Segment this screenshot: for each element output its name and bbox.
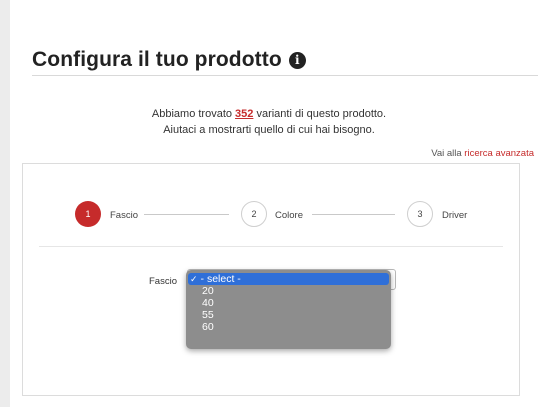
advanced-search-link[interactable]: ricerca avanzata [464, 148, 534, 159]
step-2-label[interactable]: Colore [275, 210, 303, 221]
advanced-search-prefix: Vai alla [431, 148, 465, 159]
fascio-field-label: Fascio [149, 276, 177, 287]
fascio-dropdown-menu: ✓ - select - 20 40 55 60 [186, 270, 391, 349]
dropdown-option-55[interactable]: 55 [188, 309, 389, 321]
info-icon[interactable]: i [288, 51, 306, 69]
results-help-text: Aiutaci a mostrarti quello di cui hai bi… [163, 124, 375, 136]
results-suffix: varianti di questo prodotto. [253, 108, 387, 120]
title-divider [32, 75, 538, 76]
step-1-label[interactable]: Fascio [110, 210, 138, 221]
dropdown-option-label: - select - [200, 273, 241, 285]
step-connector-1 [144, 214, 229, 215]
dropdown-option-40[interactable]: 40 [188, 297, 389, 309]
results-summary: Abbiamo trovato 352 varianti di questo p… [0, 106, 538, 138]
checkmark-icon: ✓ [190, 274, 198, 284]
advanced-search: Vai alla ricerca avanzata [431, 148, 534, 159]
page-title-text: Configura il tuo prodotto [32, 48, 282, 71]
step-3-label[interactable]: Driver [442, 210, 467, 221]
step-3-circle[interactable]: 3 [407, 201, 433, 227]
results-prefix: Abbiamo trovato [151, 108, 236, 120]
step-1-circle[interactable]: 1 [75, 201, 101, 227]
step-2-circle[interactable]: 2 [241, 201, 267, 227]
step-connector-2 [312, 214, 395, 215]
panel-divider [39, 246, 503, 247]
dropdown-option-select[interactable]: ✓ - select - [188, 273, 389, 285]
page-title: Configura il tuo prodotto i [32, 48, 306, 72]
dropdown-option-60[interactable]: 60 [188, 321, 389, 333]
results-count-link[interactable]: 352 [235, 108, 253, 120]
dropdown-option-20[interactable]: 20 [188, 285, 389, 297]
